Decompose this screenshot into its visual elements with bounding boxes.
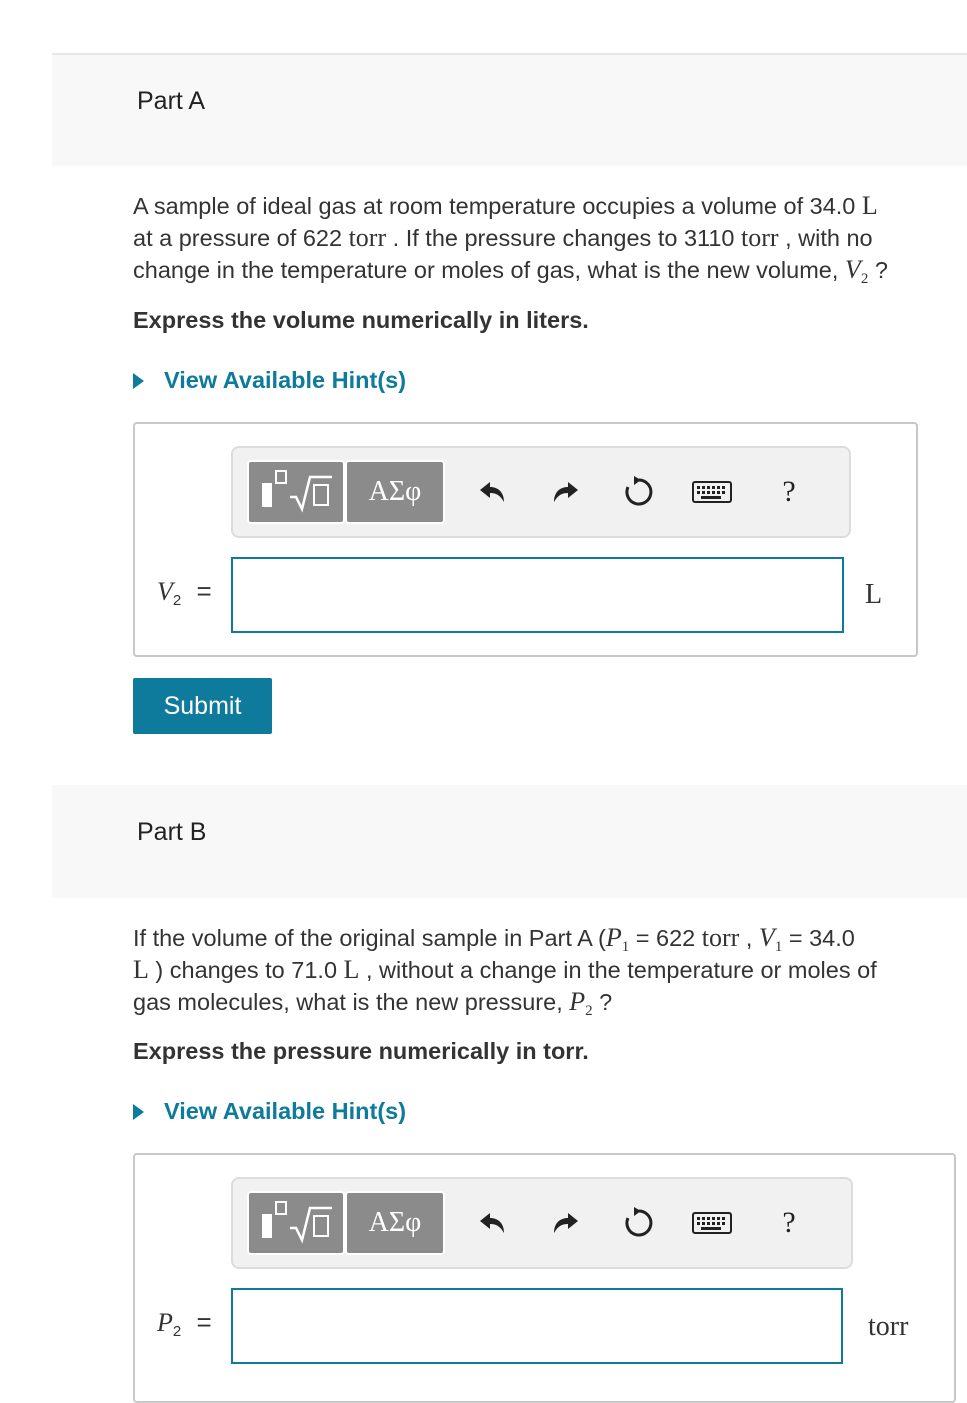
part-a-text: at a pressure of 622 — [133, 225, 349, 251]
part-a-text: change in the temperature or moles of ga… — [133, 257, 845, 283]
greek-letters-icon: ΑΣφ — [368, 1207, 422, 1238]
var-letter: V — [844, 255, 861, 284]
var-letter: V — [157, 577, 173, 606]
part-a-variable: V2 — [844, 255, 868, 286]
part-a-text: A sample of ideal gas at room temperatur… — [133, 193, 862, 219]
p2-variable: P2 — [569, 987, 593, 1019]
part-b-text: ) changes to 71.0 — [148, 957, 344, 983]
unit-torr: torr — [701, 923, 740, 952]
reset-icon[interactable] — [617, 470, 661, 514]
part-b-text: = 34.0 — [782, 925, 855, 951]
var-letter: P — [605, 923, 622, 952]
part-b-text: = 622 — [629, 925, 702, 951]
help-label: ? — [782, 475, 796, 508]
templates-button[interactable] — [247, 1191, 345, 1255]
part-b-text: If the volume of the original sample in … — [133, 925, 606, 951]
templates-icon — [262, 470, 332, 513]
redo-icon[interactable] — [545, 1201, 589, 1245]
volume-answer-input[interactable] — [231, 557, 844, 633]
part-a-question-line-3: change in the temperature or moles of ga… — [133, 254, 967, 286]
undo-icon[interactable] — [469, 470, 513, 514]
hint-label: View Available Hint(s) — [164, 1098, 407, 1124]
var-subscript: 2 — [585, 1003, 593, 1019]
equals-sign: = — [196, 1307, 212, 1337]
part-b-question-line-2: L ) changes to 71.0 L , without a change… — [133, 954, 967, 986]
var-subscript: 2 — [172, 592, 182, 609]
pressure-answer-input[interactable] — [231, 1288, 843, 1364]
part-a-unit-l: L — [861, 191, 878, 220]
greek-letters-icon: ΑΣφ — [368, 476, 422, 507]
part-b-text: gas molecules, what is the new pressure, — [133, 989, 570, 1015]
var-letter: V — [758, 923, 775, 952]
keyboard-icon[interactable] — [690, 1201, 734, 1245]
var-subscript: 2 — [172, 1323, 182, 1340]
equals-sign: = — [196, 576, 212, 606]
part-a-text: , with no — [778, 225, 873, 251]
keyboard-icon[interactable] — [690, 470, 734, 514]
help-icon[interactable]: ? — [767, 1201, 811, 1245]
math-toolbar: ΑΣφ ? — [231, 446, 851, 538]
part-b-text: ? — [592, 989, 613, 1015]
unit-l: L — [343, 955, 360, 984]
part-a-answer-box: ΑΣφ ? V2 = L — [133, 422, 918, 657]
unit-label: torr — [868, 1311, 909, 1342]
part-b-view-hints-link[interactable]: View Available Hint(s) — [133, 1098, 406, 1125]
part-a-express-instruction: Express the volume numerically in liters… — [133, 307, 589, 333]
var-letter: P — [569, 987, 586, 1016]
redo-icon[interactable] — [545, 470, 589, 514]
help-label: ? — [782, 1206, 796, 1239]
reset-icon[interactable] — [617, 1201, 661, 1245]
p1-variable: P1 — [605, 923, 629, 954]
part-a-question-line-2: at a pressure of 622 torr . If the press… — [133, 222, 967, 254]
undo-icon[interactable] — [469, 1201, 513, 1245]
hint-label: View Available Hint(s) — [164, 367, 407, 393]
expand-triangle-icon — [133, 372, 144, 389]
part-b-title: Part B — [137, 818, 207, 846]
part-b-text: , without a change in the temperature or… — [359, 957, 877, 983]
templates-icon — [262, 1201, 332, 1244]
part-a-question-line-1: A sample of ideal gas at room temperatur… — [133, 190, 967, 222]
part-a-unit-torr: torr — [741, 223, 779, 252]
part-a-text: . If the pressure changes to 3110 — [386, 225, 742, 251]
help-icon[interactable]: ? — [767, 470, 811, 514]
unit-l: L — [133, 955, 149, 984]
part-b-express-instruction: Express the pressure numerically in torr… — [133, 1038, 589, 1064]
part-a-text: ? — [868, 257, 888, 283]
answer-variable-label: V2 = — [157, 576, 212, 609]
answer-variable-label: P2 = — [157, 1307, 212, 1340]
greek-letters-button[interactable]: ΑΣφ — [345, 460, 445, 524]
var-letter: P — [157, 1308, 173, 1337]
part-b-question-line-3: gas molecules, what is the new pressure,… — [133, 986, 967, 1018]
part-b-text: , — [739, 925, 759, 951]
part-a-unit-torr: torr — [348, 223, 387, 252]
part-a-title: Part A — [137, 87, 206, 115]
part-b-question-line-1: If the volume of the original sample in … — [133, 922, 967, 954]
expand-triangle-icon — [133, 1103, 144, 1120]
unit-label: L — [865, 579, 883, 610]
part-a-view-hints-link[interactable]: View Available Hint(s) — [133, 367, 406, 394]
submit-button[interactable]: Submit — [133, 678, 272, 734]
v1-variable: V1 — [758, 923, 782, 954]
part-b-answer-box: ΑΣφ ? P2 = torr — [133, 1153, 956, 1403]
greek-letters-button[interactable]: ΑΣφ — [345, 1191, 445, 1255]
math-toolbar: ΑΣφ ? — [231, 1177, 853, 1269]
templates-button[interactable] — [247, 460, 345, 524]
